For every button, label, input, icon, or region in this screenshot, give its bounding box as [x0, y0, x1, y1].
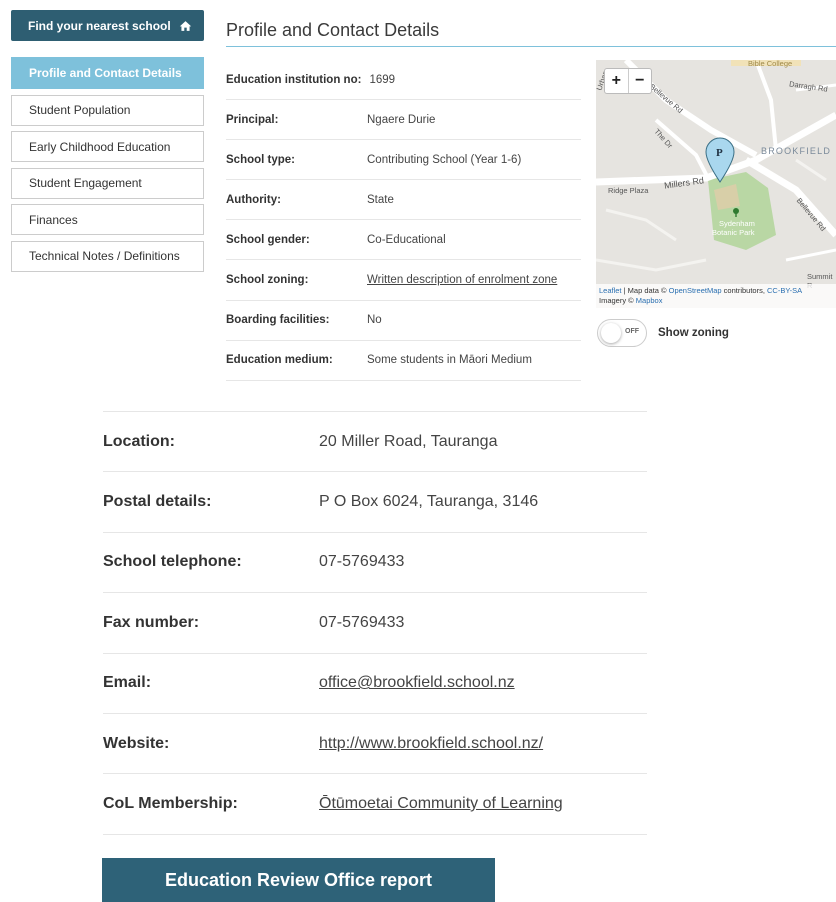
sidebar-nav: Profile and Contact Details Student Popu…	[11, 57, 204, 278]
contact-label: Location:	[103, 432, 175, 450]
find-nearest-school-button[interactable]: Find your nearest school	[11, 10, 204, 41]
attribution-text: contributors,	[721, 286, 768, 295]
profile-label: Education institution no:	[226, 73, 362, 86]
map-label-sydenham: Sydenham	[719, 219, 755, 228]
zoom-out-button[interactable]: −	[629, 69, 652, 93]
sidebar-item-early-childhood[interactable]: Early Childhood Education	[11, 131, 204, 163]
mapbox-link[interactable]: Mapbox	[636, 296, 663, 305]
profile-row: Boarding facilities: No	[226, 301, 581, 341]
show-zoning-label: Show zoning	[658, 327, 729, 339]
contact-label: Fax number:	[103, 613, 200, 631]
sidebar-item-profile[interactable]: Profile and Contact Details	[11, 57, 204, 89]
profile-value: 1699	[369, 73, 396, 86]
profile-row: School zoning: Written description of en…	[226, 260, 581, 301]
page-title: Profile and Contact Details	[226, 20, 440, 40]
contact-row: CoL Membership: Ōtūmoetai Community of L…	[103, 774, 647, 835]
contact-table: Location: 20 Miller Road, Tauranga Posta…	[103, 411, 647, 835]
profile-value: Contributing School (Year 1-6)	[367, 153, 522, 166]
profile-value: Ngaere Durie	[367, 113, 436, 126]
contact-row: Location: 20 Miller Road, Tauranga	[103, 412, 647, 473]
profile-row: School type: Contributing School (Year 1…	[226, 140, 581, 181]
license-link[interactable]: CC-BY-SA	[767, 286, 802, 295]
profile-label: Boarding facilities:	[226, 314, 330, 327]
profile-label: Education medium:	[226, 354, 333, 367]
sidebar-item-label: Finances	[29, 212, 78, 227]
sidebar-item-label: Early Childhood Education	[29, 139, 171, 154]
contact-row: School telephone: 07-5769433	[103, 533, 647, 594]
contact-row: Postal details: P O Box 6024, Tauranga, …	[103, 472, 647, 533]
contact-row: Website: http://www.brookfield.school.nz…	[103, 714, 647, 775]
school-map[interactable]: P Bible College Darragh Rd Urban Bellevu…	[596, 60, 836, 308]
contact-label: Email:	[103, 674, 152, 692]
map-label-brookfield: BROOKFIELD	[761, 146, 832, 156]
profile-row: Principal: Ngaere Durie	[226, 100, 581, 141]
contact-label: CoL Membership:	[103, 795, 238, 813]
contact-value: 07-5769433	[319, 613, 405, 631]
map-marker-letter: P	[716, 147, 723, 159]
profile-label: School type:	[226, 153, 296, 166]
profile-table: Education institution no: 1699 Principal…	[226, 60, 581, 381]
home-icon	[179, 20, 192, 31]
sidebar-item-label: Technical Notes / Definitions	[29, 249, 180, 264]
contact-value: 20 Miller Road, Tauranga	[319, 432, 498, 450]
contact-label: School telephone:	[103, 553, 242, 571]
find-school-label: Find your nearest school	[28, 18, 171, 33]
profile-value: State	[367, 193, 394, 206]
sidebar-item-label: Student Population	[29, 103, 131, 118]
website-link[interactable]: http://www.brookfield.school.nz/	[319, 735, 543, 753]
sidebar-item-student-engagement[interactable]: Student Engagement	[11, 167, 204, 199]
toggle-state: OFF	[625, 328, 639, 335]
sidebar-item-label: Profile and Contact Details	[29, 66, 182, 80]
map-tiles[interactable]	[596, 60, 836, 308]
osm-link[interactable]: OpenStreetMap	[669, 286, 722, 295]
map-label-ridge-plaza: Ridge Plaza	[608, 186, 649, 195]
sidebar-item-student-population[interactable]: Student Population	[11, 94, 204, 126]
profile-label: School zoning:	[226, 274, 309, 287]
profile-value: Some students in Māori Medium	[367, 354, 532, 367]
profile-value: Co-Educational	[367, 233, 446, 246]
profile-row: Education medium: Some students in Māori…	[226, 341, 581, 381]
attribution-text: Imagery ©	[599, 296, 636, 305]
contact-value: P O Box 6024, Tauranga, 3146	[319, 493, 539, 511]
map-attribution: Leaflet | Map data © OpenStreetMap contr…	[596, 284, 836, 308]
zoom-in-button[interactable]: +	[605, 69, 629, 93]
sidebar-item-finances[interactable]: Finances	[11, 204, 204, 236]
contact-label: Postal details:	[103, 493, 212, 511]
attribution-text: | Map data ©	[621, 286, 669, 295]
contact-label: Website:	[103, 734, 170, 752]
toggle-knob	[601, 323, 621, 343]
sidebar-item-label: Student Engagement	[29, 176, 142, 191]
profile-value: No	[367, 314, 382, 327]
contact-value: 07-5769433	[319, 553, 405, 571]
contact-row: Fax number: 07-5769433	[103, 593, 647, 654]
show-zoning-toggle[interactable]: OFF	[597, 319, 647, 347]
map-zoom-controls: + −	[604, 68, 652, 94]
profile-label: Principal:	[226, 113, 279, 126]
profile-label: School gender:	[226, 233, 310, 246]
contact-row: Email: office@brookfield.school.nz	[103, 654, 647, 714]
profile-row: Education institution no: 1699	[226, 60, 581, 101]
ero-report-button[interactable]: Education Review Office report	[102, 858, 495, 902]
map-label-botanic-park: Botanic Park	[712, 228, 755, 237]
profile-label: Authority:	[226, 193, 281, 206]
map-label-bible-college: Bible College	[748, 60, 793, 68]
enrolment-zone-link[interactable]: Written description of enrolment zone	[367, 274, 557, 286]
leaflet-link[interactable]: Leaflet	[599, 286, 622, 295]
profile-row: School gender: Co-Educational	[226, 220, 581, 261]
col-membership-link[interactable]: Ōtūmoetai Community of Learning	[319, 795, 563, 813]
title-divider	[226, 46, 836, 47]
profile-row: Authority: State	[226, 180, 581, 221]
sidebar-item-technical-notes[interactable]: Technical Notes / Definitions	[11, 240, 204, 272]
email-link[interactable]: office@brookfield.school.nz	[319, 674, 515, 692]
